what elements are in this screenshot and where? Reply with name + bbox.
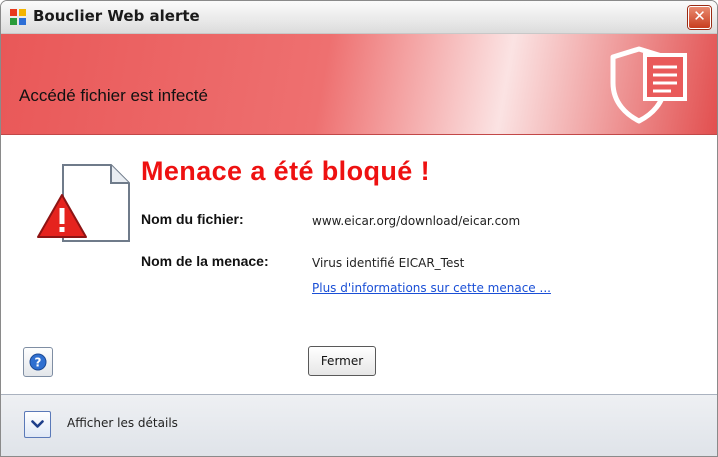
more-info-link[interactable]: Plus d'informations sur cette menace ...: [312, 281, 551, 295]
details-footer: Afficher les détails: [1, 394, 717, 456]
help-icon: ?: [29, 353, 47, 371]
alert-window: Bouclier Web alerte ✕ Accédé fichier est…: [0, 0, 718, 457]
window-close-button[interactable]: ✕: [688, 6, 711, 29]
chevron-down-icon: [31, 420, 44, 428]
threat-name-label: Nom de la menace:: [141, 253, 269, 269]
threat-blocked-headline: Menace a été bloqué !: [141, 156, 430, 186]
threat-name-value: Virus identifié EICAR_Test: [312, 256, 465, 270]
file-name-value: www.eicar.org/download/eicar.com: [312, 214, 521, 228]
svg-text:?: ?: [35, 356, 42, 370]
alert-banner: Accédé fichier est infecté: [1, 34, 717, 135]
title-bar[interactable]: Bouclier Web alerte ✕: [1, 1, 717, 34]
help-button[interactable]: ?: [23, 347, 53, 377]
banner-title: Accédé fichier est infecté: [19, 86, 208, 105]
show-details-label[interactable]: Afficher les détails: [67, 416, 178, 430]
warning-document-icon: [37, 164, 130, 242]
shield-document-icon: [610, 46, 687, 124]
file-name-label: Nom du fichier:: [141, 211, 244, 227]
avg-logo-icon: [10, 9, 26, 25]
show-details-toggle[interactable]: [24, 411, 51, 438]
close-button[interactable]: Fermer: [308, 346, 376, 376]
window-title: Bouclier Web alerte: [33, 7, 200, 25]
